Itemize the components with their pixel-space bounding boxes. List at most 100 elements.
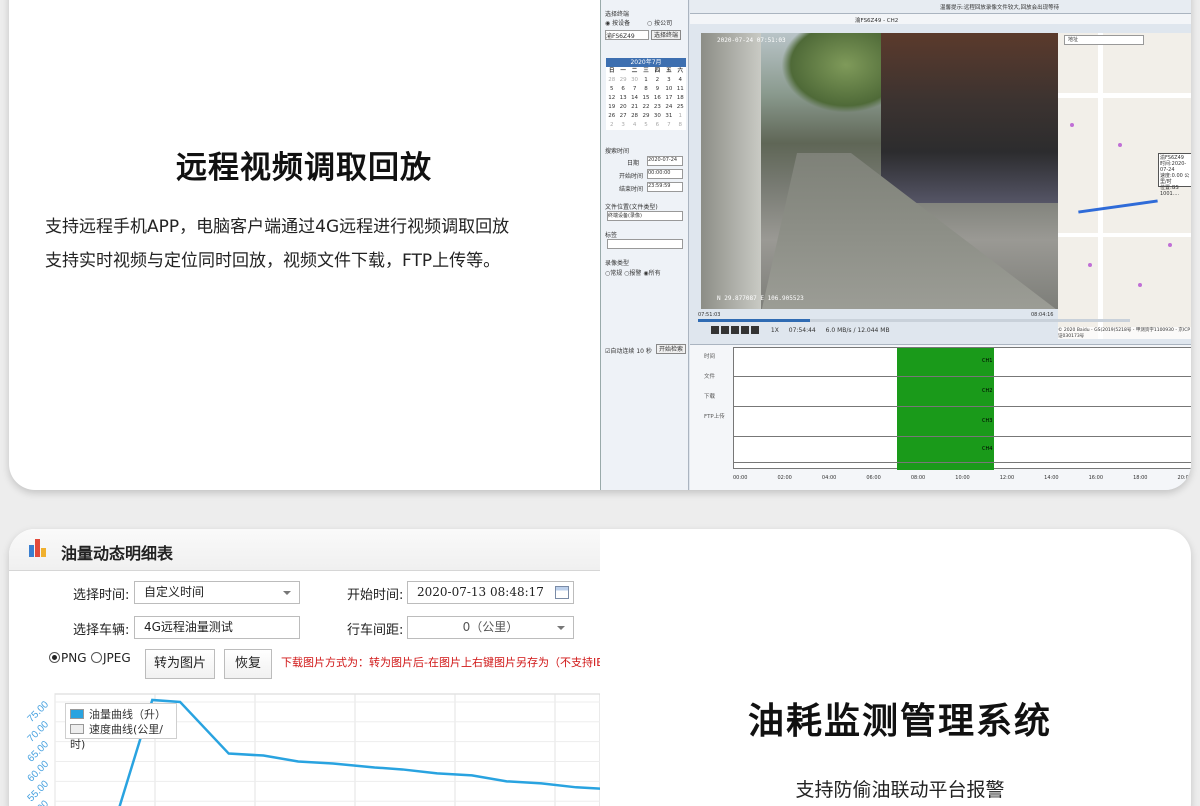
snapshot-icon[interactable] <box>751 326 759 334</box>
calendar-day[interactable]: 16 <box>652 94 663 103</box>
calendar-day[interactable]: 5 <box>640 121 651 130</box>
calendar-day[interactable]: 27 <box>617 112 628 121</box>
seek-bar[interactable] <box>698 319 1130 322</box>
calendar-day[interactable]: 21 <box>629 103 640 112</box>
y-tick-label: 75.00 <box>26 699 52 725</box>
calendar-day[interactable]: 25 <box>675 103 686 112</box>
format-radio-jpeg[interactable]: JPEG <box>91 651 131 665</box>
time-select[interactable]: 自定义时间 <box>134 581 300 604</box>
calendar-day[interactable]: 2 <box>652 76 663 85</box>
label-input[interactable] <box>607 239 683 249</box>
select-terminal-button[interactable]: 选择终端 <box>651 30 681 40</box>
calendar-day[interactable]: 19 <box>606 103 617 112</box>
series-point-oil <box>540 782 542 784</box>
timeline-tick: 00:00 <box>733 475 748 481</box>
calendar-day[interactable]: 9 <box>652 85 663 94</box>
calendar-day[interactable]: 17 <box>663 94 674 103</box>
pause-icon[interactable] <box>711 326 719 334</box>
timeline-grid[interactable]: CH1 CH2 CH3 CH4 <box>733 347 1191 470</box>
calendar-day[interactable]: 4 <box>629 121 640 130</box>
calendar-day[interactable]: 6 <box>652 121 663 130</box>
bar-chart-icon <box>29 539 49 557</box>
calendar-day[interactable]: 5 <box>606 85 617 94</box>
calendar-day[interactable]: 6 <box>617 85 628 94</box>
map-panel[interactable]: 地址 渝FS6Z49 时间:2020-07-24 速度:0.00 公里/时 位置… <box>1058 33 1191 339</box>
calendar-day[interactable]: 12 <box>606 94 617 103</box>
radio-by-company[interactable]: ○ 按公司 <box>647 18 672 27</box>
legend-item-oil[interactable]: 油量曲线（升） <box>70 707 172 722</box>
report-header: 油量动态明细表 <box>9 529 600 571</box>
calendar-day[interactable]: 2 <box>606 121 617 130</box>
calendar-day[interactable]: 14 <box>629 94 640 103</box>
report-title: 油量动态明细表 <box>61 544 174 563</box>
calendar-day[interactable]: 7 <box>629 85 640 94</box>
start-search-button[interactable]: 开始检索 <box>656 344 686 354</box>
calendar-day[interactable]: 26 <box>606 112 617 121</box>
timeline-row-line <box>734 406 1191 407</box>
calendar-day[interactable]: 3 <box>663 76 674 85</box>
feature-card-video: 远程视频调取回放 支持远程手机APP，电脑客户端通过4G远程进行视频调取回放 支… <box>9 0 1191 490</box>
calendar-day[interactable]: 13 <box>617 94 628 103</box>
calendar-day[interactable]: 3 <box>617 121 628 130</box>
toolbar-tip: 温馨提示:远程回放录像文件较大,回放会出现等待 <box>940 5 1060 11</box>
chevron-down-icon <box>557 626 565 630</box>
timeline-tick: 02:00 <box>777 475 792 481</box>
format-radio-png[interactable]: PNG <box>49 651 87 665</box>
feature-subtitle: 支持防偷油联动平台报警 <box>795 779 1005 801</box>
date-input[interactable]: 2020-07-24 <box>647 156 683 166</box>
calendar-day[interactable]: 20 <box>617 103 628 112</box>
step-icon[interactable] <box>741 326 749 334</box>
start-time-input[interactable]: 00:00:00 <box>647 169 683 179</box>
calendar-day[interactable]: 29 <box>640 112 651 121</box>
playback-speed[interactable]: 1X <box>771 327 779 334</box>
distance-select[interactable]: 0（公里） <box>407 616 574 639</box>
radio-by-device[interactable]: ◉ 按设备 <box>605 18 630 27</box>
calendar-day[interactable]: 7 <box>663 121 674 130</box>
calendar-header[interactable]: 2020年7月 <box>606 58 686 67</box>
calendar-day[interactable]: 1 <box>640 76 651 85</box>
map-search-input[interactable]: 地址 <box>1064 35 1144 45</box>
stop-icon[interactable] <box>721 326 729 334</box>
distance-value: 0（公里） <box>462 620 519 634</box>
calendar-day[interactable]: 28 <box>629 112 640 121</box>
map-poi <box>1168 243 1172 247</box>
vehicle-input[interactable]: 4G远程油量测试 <box>134 616 300 639</box>
calendar-day[interactable]: 22 <box>640 103 651 112</box>
end-time-input[interactable]: 23:59:59 <box>647 182 683 192</box>
step-icon[interactable] <box>731 326 739 334</box>
video-frame[interactable]: 2020-07-24 07:51:03 N 29.877087 E 106.90… <box>701 33 1058 309</box>
calendar-icon[interactable] <box>555 586 569 599</box>
auto-continue[interactable]: ☑自动连续 10 秒 <box>605 346 652 355</box>
calendar-day[interactable]: 4 <box>675 76 686 85</box>
channel-label: CH3 <box>982 418 993 424</box>
calendar-day[interactable]: 15 <box>640 94 651 103</box>
video-osd-gps: N 29.877087 E 106.905523 <box>717 295 804 302</box>
device-input[interactable]: 渝FS6Z49 <box>605 30 649 40</box>
calendar-day[interactable]: 24 <box>663 103 674 112</box>
timeline-tick: 10:00 <box>955 475 970 481</box>
calendar-day[interactable]: 10 <box>663 85 674 94</box>
convert-to-image-button[interactable]: 转为图片 <box>145 649 215 679</box>
calendar-day[interactable]: 30 <box>652 112 663 121</box>
series-point-oil <box>228 753 230 755</box>
record-type-options[interactable]: ○常规 ○报警 ◉所有 <box>605 268 661 277</box>
calendar-day[interactable]: 23 <box>652 103 663 112</box>
restore-button[interactable]: 恢复 <box>224 649 272 679</box>
calendar-day[interactable]: 11 <box>675 85 686 94</box>
recording-segment[interactable] <box>897 348 994 470</box>
calendar-day[interactable]: 8 <box>675 121 686 130</box>
calendar-day[interactable]: 8 <box>640 85 651 94</box>
calendar-day[interactable]: 18 <box>675 94 686 103</box>
calendar-day[interactable]: 31 <box>663 112 674 121</box>
legend-item-speed[interactable]: 速度曲线(公里/时) <box>70 722 172 752</box>
calendar-day[interactable]: 1 <box>675 112 686 121</box>
start-time-input[interactable]: 2020-07-13 08:48:17 <box>407 581 574 604</box>
timeline-tick: 06:00 <box>866 475 881 481</box>
player-toolbar: 温馨提示:远程回放录像文件较大,回放会出现等待 <box>690 0 1191 14</box>
calendar-day[interactable]: 30 <box>629 76 640 85</box>
file-location-select[interactable]: 终端设备(录像) <box>607 211 683 221</box>
timeline[interactable]: 时间 文件 下载 FTP上传 CH1 CH2 CH3 CH4 00:00 02:0… <box>690 344 1191 490</box>
calendar-day[interactable]: 28 <box>606 76 617 85</box>
calendar-day[interactable]: 29 <box>617 76 628 85</box>
download-note: 下载图片方式为：转为图片后-在图片上右键图片另存为（不支持IE8及以下浏览器） <box>281 656 600 669</box>
